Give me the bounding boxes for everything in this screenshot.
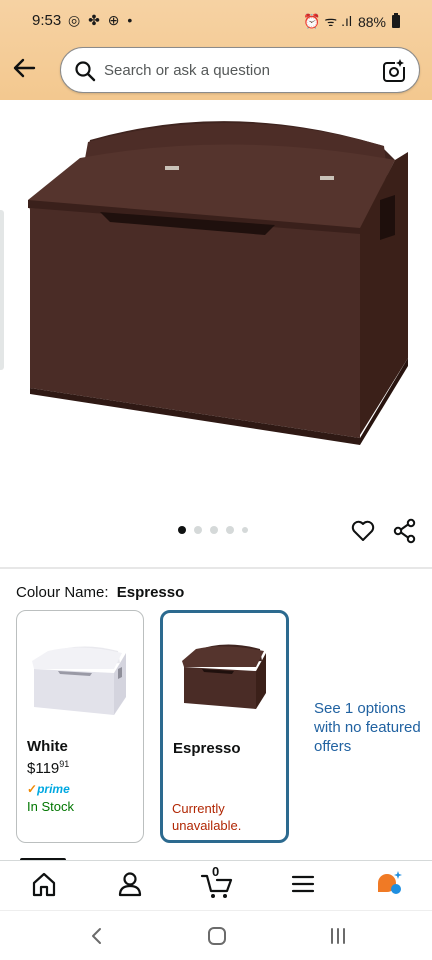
system-recents-icon[interactable] [327,925,349,947]
carousel-dot[interactable] [242,527,248,533]
variation-heading: Colour Name: Espresso [16,584,184,601]
search-icon [75,61,96,82]
cart-count: 0 [212,864,220,879]
swatch-white[interactable]: White $11991 ✓prime In Stock [16,610,144,843]
app-header: 9:53 ◎ ✤ ⊕ • ⏰ ᯤ .ıl 88% Search or ask a… [0,0,432,100]
search-bar[interactable]: Search or ask a question [60,47,420,93]
carousel-dot[interactable] [194,526,202,534]
status-system-icons: ⏰ ᯤ .ıl [303,13,352,29]
swatch-espresso-availability: Currently unavailable. [172,801,242,833]
product-image-toy-box[interactable] [0,100,432,510]
image-carousel-dots [178,526,248,534]
swatch-espresso-name: Espresso [173,740,241,757]
price-whole: $119 [27,760,60,777]
status-right-group: ⏰ ᯤ .ıl 88% [303,12,400,31]
share-icon[interactable] [392,518,418,544]
section-divider [0,567,432,569]
menu-icon[interactable] [288,869,318,899]
heart-icon[interactable] [350,518,376,544]
cart-button[interactable]: 0 [200,864,234,899]
status-bar: 9:53 ◎ ✤ ⊕ • ⏰ ᯤ .ıl 88% [0,0,432,42]
status-time: 9:53 [32,12,62,29]
carousel-dot[interactable] [178,526,186,534]
swatch-white-price: $11991 [27,759,69,777]
swatch-white-name: White [27,738,68,755]
prime-label: prime [37,782,70,796]
price-fraction: 91 [59,759,70,769]
search-placeholder: Search or ask a question [104,62,270,79]
swatch-white-availability: In Stock [27,799,74,814]
system-navigation-bar [0,910,432,960]
swatch-espresso-selected[interactable]: Espresso Currently unavailable. [160,610,289,843]
camera-search-icon[interactable] [381,58,407,84]
carousel-dot[interactable] [226,526,234,534]
rufus-icon[interactable] [374,869,404,899]
bottom-navigation: 0 [0,860,432,910]
account-icon[interactable] [115,869,145,899]
status-notification-icons: ◎ ✤ ⊕ • [68,12,135,28]
back-arrow-icon[interactable] [10,54,38,82]
prime-check-icon: ✓ [27,782,38,796]
variation-selected-value: Espresso [116,584,185,601]
carousel-dot[interactable] [210,526,218,534]
prime-badge: ✓prime [27,782,70,796]
system-home-icon[interactable] [206,925,228,947]
battery-icon [392,13,400,28]
home-icon[interactable] [29,869,59,899]
battery-percent: 88% [357,13,386,30]
see-options-link[interactable]: See 1 options with no featured offers [314,699,426,756]
variation-label: Colour Name: [16,584,109,601]
swatch-espresso-thumbnail [181,644,266,709]
system-back-icon[interactable] [86,925,108,947]
swatch-white-thumbnail [32,646,126,715]
